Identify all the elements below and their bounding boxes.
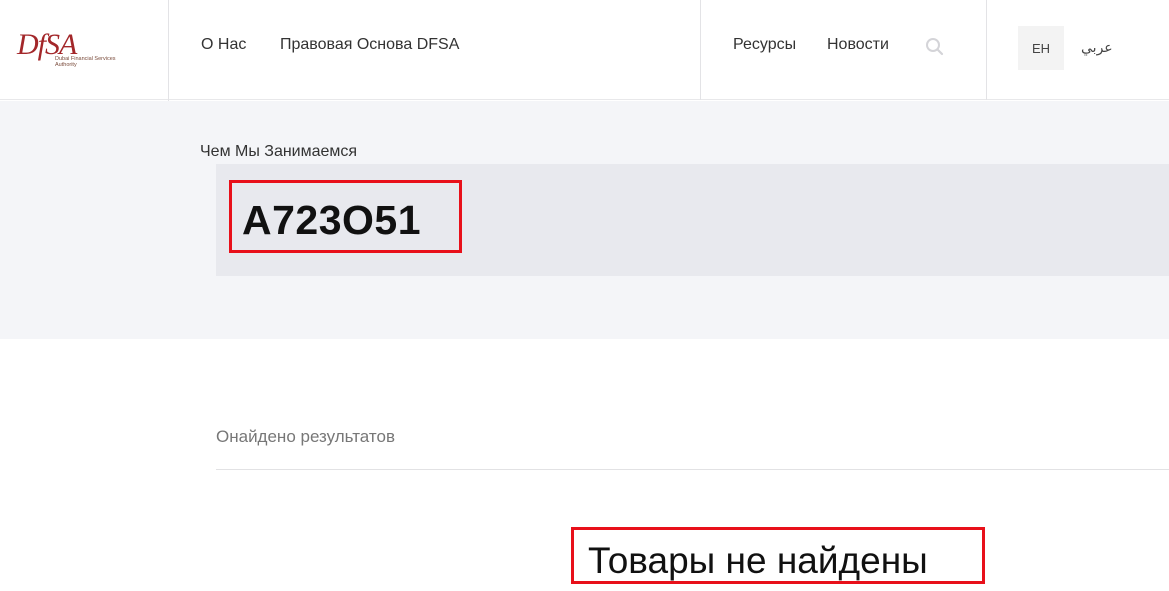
search-icon[interactable] [924,36,946,58]
header-divider [986,0,987,100]
site-header: DfSA Dubai Financial Services Authority … [0,0,1169,205]
language-en-button[interactable]: EH [1018,26,1064,70]
highlight-box-query [229,180,462,253]
nav-about[interactable]: О Нас [201,36,246,54]
logo-subtitle: Dubai Financial Services Authority [55,56,116,68]
results-count-label: Онайдено результатов [216,427,395,446]
nav-news[interactable]: Новости [827,36,889,54]
dfsa-logo[interactable]: DfSA Dubai Financial Services Authority [16,22,116,78]
language-ar-link[interactable]: عربي [1081,39,1113,56]
nav-legal-framework[interactable]: Правовая Основа DFSA [280,36,459,54]
breadcrumb[interactable]: Чем Мы Занимаемся [200,143,357,161]
header-divider [700,0,701,100]
highlight-box-empty [571,527,985,584]
nav-resources[interactable]: Ресурсы [733,36,796,54]
results-divider [216,469,1169,470]
search-hero: Чем Мы Занимаемся A723O51 [0,101,1169,339]
